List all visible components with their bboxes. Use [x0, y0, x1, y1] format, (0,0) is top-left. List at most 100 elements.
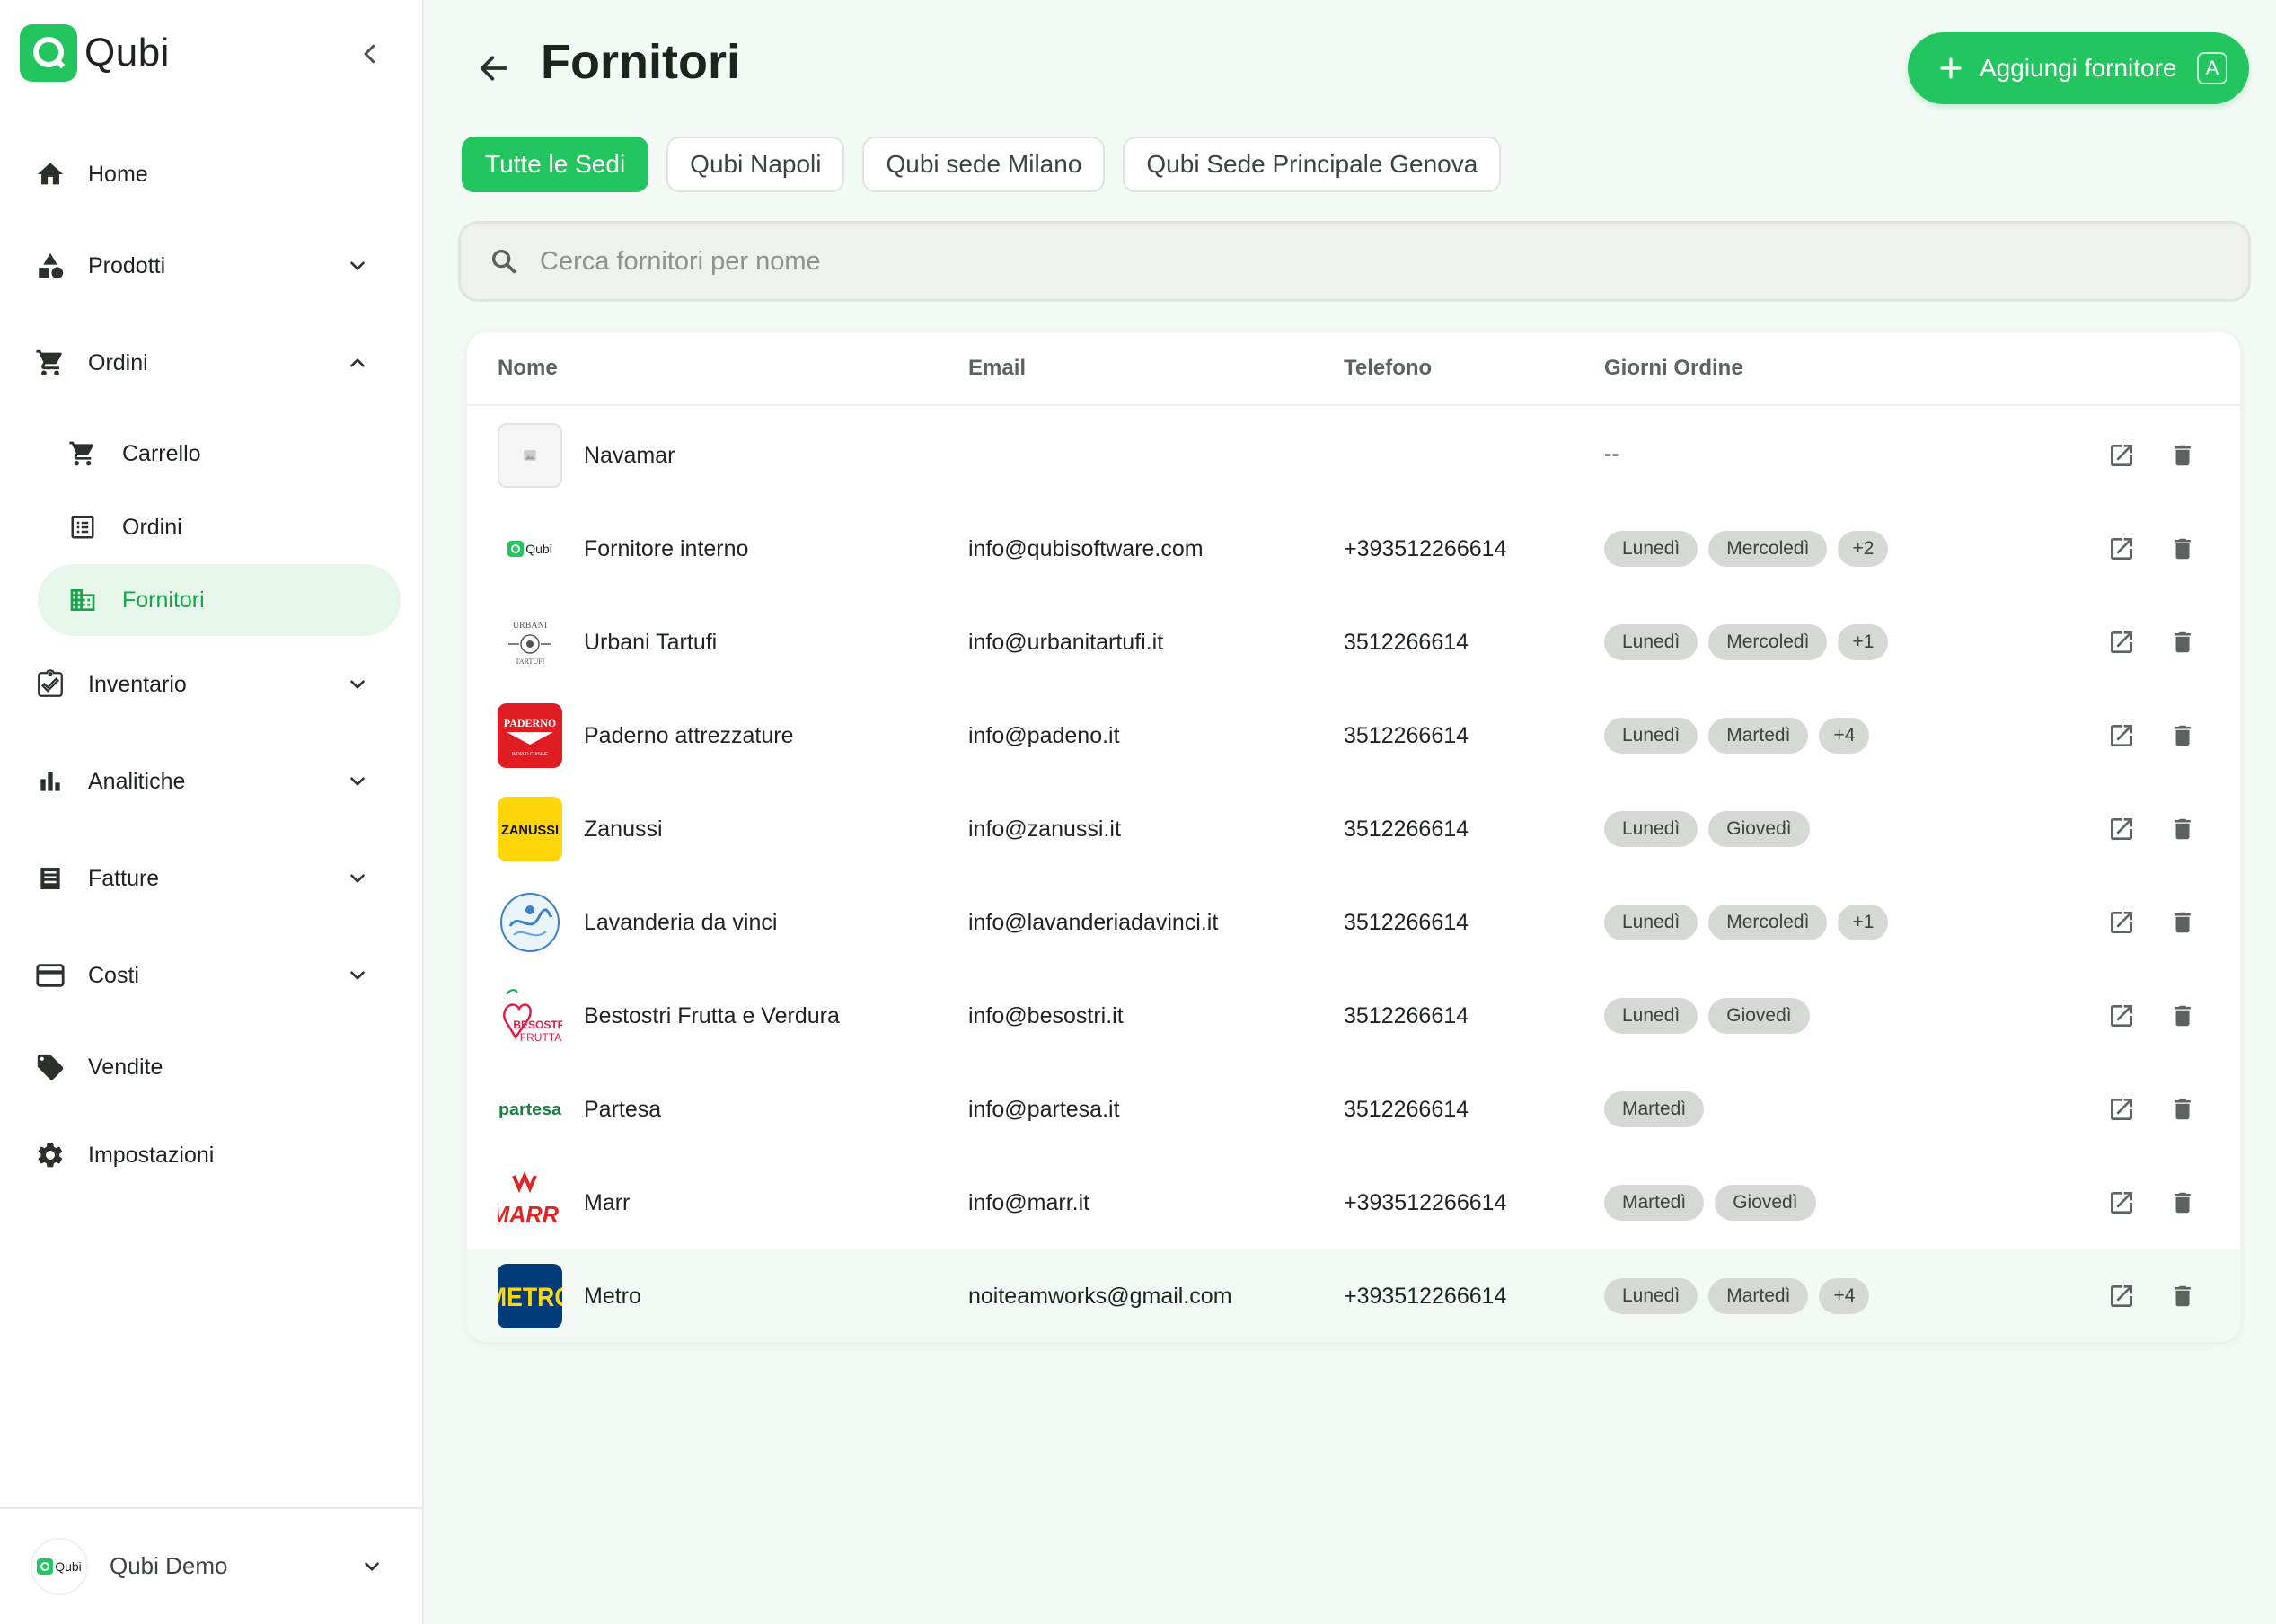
delete-icon[interactable]	[2166, 1280, 2199, 1312]
order-days: Lunedì Martedì +4	[1604, 1278, 1870, 1314]
day-chip: Martedì	[1708, 718, 1809, 754]
open-external-icon[interactable]	[2105, 1280, 2138, 1312]
day-chip: Giovedì	[1708, 811, 1810, 847]
supplier-email[interactable]: info@zanussi.it	[968, 816, 1121, 843]
table-row[interactable]: BESOSTRI FRUTTA Bestostri Frutta e Verdu…	[467, 969, 2240, 1063]
sidebar-subitem-fornitori[interactable]: Fornitori	[38, 564, 401, 636]
sidebar: Qubi Home Prodotti Ordini Carrello Ordin…	[0, 0, 424, 1624]
list-alt-icon	[65, 509, 101, 545]
supplier-phone: 3512266614	[1344, 816, 1469, 842]
arrow-left-icon	[480, 56, 508, 81]
back-button[interactable]	[472, 47, 516, 90]
order-days: Lunedì Giovedì	[1604, 998, 1810, 1034]
sidebar-item-label: Costi	[88, 962, 139, 988]
table-row[interactable]: PADERNO WORLD CUISINE Paderno attrezzatu…	[467, 689, 2240, 782]
sidebar-subitem-carrello[interactable]: Carrello	[38, 418, 401, 490]
qubi-logo-icon	[37, 1558, 54, 1575]
table-row[interactable]: Qubi Fornitore interno info@qubisoftware…	[467, 502, 2240, 596]
supplier-name: Partesa	[584, 1097, 662, 1122]
org-switcher[interactable]: Qubi Qubi Demo	[0, 1507, 424, 1624]
svg-text:PADERNO: PADERNO	[504, 717, 556, 729]
column-header-email[interactable]: Email	[968, 356, 1026, 381]
sidebar-item-impostazioni[interactable]: Impostazioni	[32, 1126, 392, 1184]
svg-text:MARR: MARR	[498, 1201, 559, 1228]
chevron-left-icon	[364, 44, 375, 64]
table-row[interactable]: URBANI TARTUFI Urbani Tartufi info@urban…	[467, 596, 2240, 689]
delete-icon[interactable]	[2166, 1187, 2199, 1219]
supplier-email[interactable]: info@besostri.it	[968, 1003, 1124, 1029]
delete-icon[interactable]	[2166, 719, 2199, 752]
supplier-email[interactable]: info@marr.it	[968, 1190, 1089, 1216]
day-chip: Lunedì	[1604, 624, 1698, 660]
keyboard-shortcut-badge: A	[2197, 52, 2227, 84]
open-external-icon[interactable]	[2105, 1187, 2138, 1219]
supplier-name: Urbani Tartufi	[584, 630, 718, 655]
open-external-icon[interactable]	[2105, 439, 2138, 472]
sidebar-item-fatture[interactable]: Fatture	[32, 850, 392, 907]
supplier-name: Paderno attrezzature	[584, 723, 794, 748]
brand[interactable]: Qubi	[20, 24, 170, 82]
sidebar-subitem-label: Carrello	[122, 440, 201, 466]
open-external-icon[interactable]	[2105, 1000, 2138, 1032]
sidebar-item-ordini[interactable]: Ordini	[32, 334, 392, 392]
sidebar-item-prodotti[interactable]: Prodotti	[32, 237, 392, 295]
delete-icon[interactable]	[2166, 813, 2199, 845]
sidebar-item-vendite[interactable]: Vendite	[32, 1038, 392, 1096]
table-row[interactable]: Navamar --	[467, 409, 2240, 502]
open-external-icon[interactable]	[2105, 626, 2138, 658]
day-chip: Mercoledì	[1708, 624, 1828, 660]
collapse-sidebar-button[interactable]	[350, 34, 390, 74]
delete-icon[interactable]	[2166, 1093, 2199, 1125]
sidebar-item-analitiche[interactable]: Analitiche	[32, 753, 392, 810]
day-chip: Martedì	[1708, 1278, 1809, 1314]
qubi-logo-icon	[20, 24, 77, 82]
supplier-email[interactable]: info@qubisoftware.com	[968, 536, 1204, 562]
table-row[interactable]: METRO Metro noiteamworks@gmail.com +3935…	[467, 1249, 2240, 1342]
table-row[interactable]: partesa Partesa info@partesa.it 35122666…	[467, 1063, 2240, 1156]
open-external-icon[interactable]	[2105, 1093, 2138, 1125]
open-external-icon[interactable]	[2105, 719, 2138, 752]
order-days: Lunedì Martedì +4	[1604, 718, 1870, 754]
search-input[interactable]	[540, 246, 2248, 277]
table-header: Nome Email Telefono Giorni Ordine	[467, 332, 2240, 406]
supplier-phone: +393512266614	[1344, 536, 1507, 561]
tab-tutte-le-sedi[interactable]: Tutte le Sedi	[462, 137, 649, 192]
supplier-name: Lavanderia da vinci	[584, 910, 778, 935]
add-supplier-button[interactable]: Aggiungi fornitore A	[1908, 32, 2249, 104]
table-row[interactable]: ZANUSSI Zanussi info@zanussi.it 35122666…	[467, 782, 2240, 876]
column-header-telefono[interactable]: Telefono	[1344, 356, 1432, 381]
day-chip: Mercoledì	[1708, 905, 1828, 940]
tab-qubi-sede-milano[interactable]: Qubi sede Milano	[862, 137, 1106, 192]
supplier-email[interactable]: info@partesa.it	[968, 1097, 1120, 1123]
plus-icon	[1935, 52, 1967, 84]
brand-name: Qubi	[84, 31, 170, 75]
open-external-icon[interactable]	[2105, 906, 2138, 939]
tab-qubi-sede-principale-genova[interactable]: Qubi Sede Principale Genova	[1123, 137, 1502, 192]
supplier-email[interactable]: info@lavanderiadavinci.it	[968, 910, 1218, 936]
svg-text:METRO: METRO	[498, 1283, 562, 1312]
open-external-icon[interactable]	[2105, 813, 2138, 845]
supplier-email[interactable]: noiteamworks@gmail.com	[968, 1284, 1232, 1310]
sidebar-item-costi[interactable]: Costi	[32, 947, 392, 1004]
day-chip: Lunedì	[1604, 998, 1698, 1034]
tab-qubi-napoli[interactable]: Qubi Napoli	[666, 137, 845, 192]
supplier-email[interactable]: info@urbanitartufi.it	[968, 630, 1163, 656]
delete-icon[interactable]	[2166, 439, 2199, 472]
order-days: Lunedì Giovedì	[1604, 811, 1810, 847]
delete-icon[interactable]	[2166, 906, 2199, 939]
table-row[interactable]: Lavanderia da vinci info@lavanderiadavin…	[467, 876, 2240, 969]
supplier-email[interactable]: info@padeno.it	[968, 723, 1120, 749]
delete-icon[interactable]	[2166, 533, 2199, 565]
sidebar-subitem-ordini[interactable]: Ordini	[38, 491, 401, 563]
delete-icon[interactable]	[2166, 1000, 2199, 1032]
day-chip: Lunedì	[1604, 531, 1698, 567]
sidebar-item-label: Impostazioni	[88, 1142, 215, 1168]
sidebar-item-inventario[interactable]: Inventario	[32, 656, 392, 713]
column-header-giorni-ordine[interactable]: Giorni Ordine	[1604, 356, 1743, 381]
sidebar-item-home[interactable]: Home	[32, 146, 392, 203]
column-header-nome[interactable]: Nome	[498, 356, 558, 381]
open-external-icon[interactable]	[2105, 533, 2138, 565]
table-row[interactable]: MARR Marr info@marr.it +393512266614 Mar…	[467, 1156, 2240, 1249]
delete-icon[interactable]	[2166, 626, 2199, 658]
partesa-logo-icon: partesa	[498, 1077, 562, 1142]
